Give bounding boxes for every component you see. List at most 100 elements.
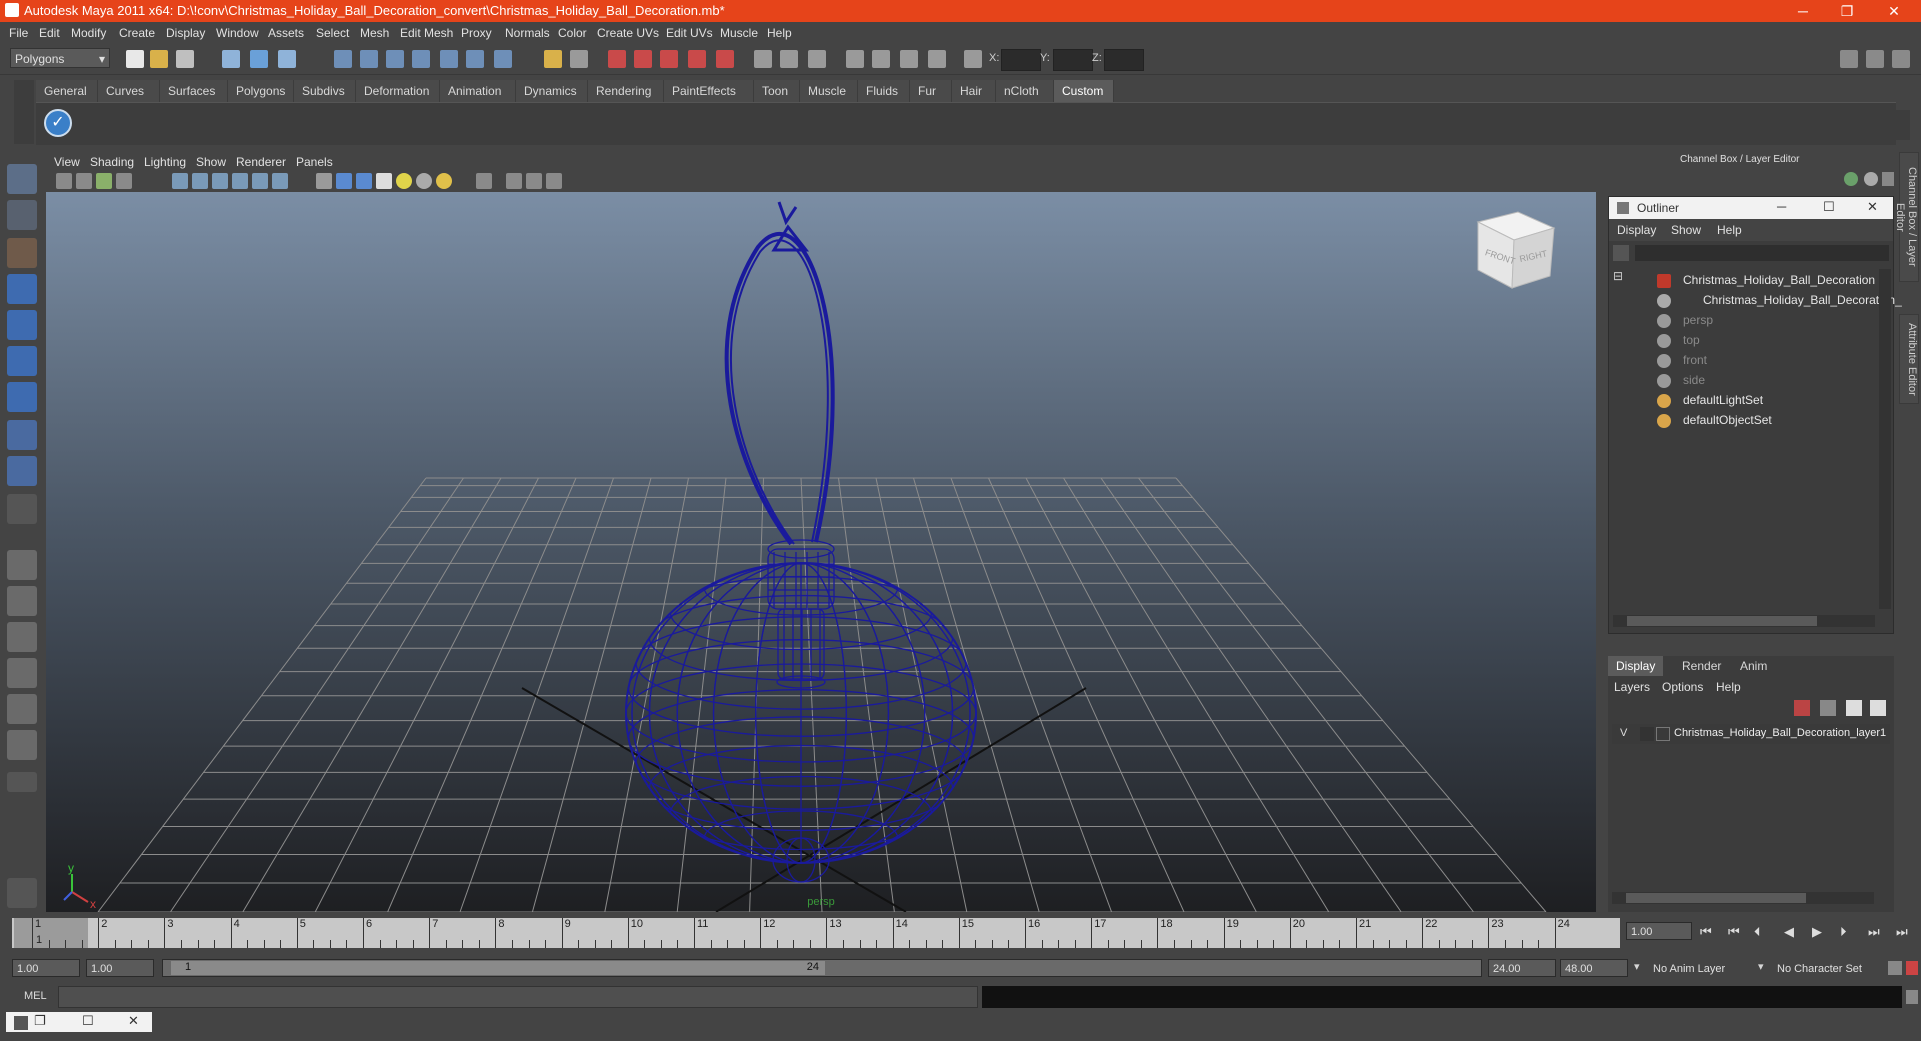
side-tab-attribute-editor[interactable]: Attribute Editor xyxy=(1899,314,1919,404)
scale-tool-icon[interactable] xyxy=(7,346,37,376)
z-input[interactable] xyxy=(1104,49,1144,71)
minimized-window[interactable]: ❐ ☐ ✕ xyxy=(6,1012,152,1032)
view-cube[interactable]: FRONT RIGHT xyxy=(1476,211,1556,289)
menu-edit-mesh[interactable]: Edit Mesh xyxy=(400,26,453,40)
lock-icon[interactable] xyxy=(544,50,562,68)
menu-help[interactable]: Help xyxy=(767,26,792,40)
outliner-scroll-thumb[interactable] xyxy=(1627,616,1817,626)
menu-select[interactable]: Select xyxy=(316,26,349,40)
shelf-tab-animation[interactable]: Animation xyxy=(440,80,516,102)
animation-end-field[interactable]: 48.00 xyxy=(1560,959,1628,977)
close-button[interactable]: ✕ xyxy=(1872,0,1916,22)
shaded-wireframe-icon[interactable] xyxy=(356,173,372,189)
select-hierarchy-icon[interactable] xyxy=(222,50,240,68)
shelf-tab-dynamics[interactable]: Dynamics xyxy=(516,80,588,102)
wireframe-icon[interactable] xyxy=(172,173,188,189)
layout-more-icon[interactable] xyxy=(7,772,37,792)
open-scene-icon[interactable] xyxy=(150,50,168,68)
menu-modify[interactable]: Modify xyxy=(71,26,106,40)
outliner-item-persp[interactable]: persp xyxy=(1683,313,1713,327)
shelf-tab-painteffects[interactable]: PaintEffects xyxy=(664,80,754,102)
rotate-tool-icon[interactable] xyxy=(7,310,37,340)
persp-outliner-layout-icon[interactable] xyxy=(7,622,37,652)
show-tool-settings-icon[interactable] xyxy=(872,50,890,68)
panel-menu-lighting[interactable]: Lighting xyxy=(144,155,186,169)
layer-tab-anim[interactable]: Anim xyxy=(1732,656,1775,676)
resolution-gate-icon[interactable] xyxy=(526,173,542,189)
transform-input-icon[interactable] xyxy=(964,50,982,68)
outliner-menu-display[interactable]: Display xyxy=(1617,223,1656,237)
default-material-icon[interactable] xyxy=(336,173,352,189)
select-component-icon[interactable] xyxy=(278,50,296,68)
panel-menu-panels[interactable]: Panels xyxy=(296,155,333,169)
textured-icon[interactable] xyxy=(212,173,228,189)
flat-sphere-icon[interactable] xyxy=(416,173,432,189)
outliner-minimize-icon[interactable]: ─ xyxy=(1777,199,1786,214)
menu-muscle[interactable]: Muscle xyxy=(720,26,758,40)
x-input[interactable] xyxy=(1001,49,1041,71)
snap-plane-icon[interactable] xyxy=(412,50,430,68)
go-to-start-icon[interactable]: ⏮ xyxy=(1700,924,1712,940)
command-language-label[interactable]: MEL xyxy=(24,990,47,1002)
shelf-tab-ncloth[interactable]: nCloth xyxy=(996,80,1054,102)
layer-name[interactable]: Christmas_Holiday_Ball_Decoration_layer1 xyxy=(1674,727,1886,739)
auto-key-icon[interactable] xyxy=(1888,961,1902,975)
layer-horizontal-scrollbar[interactable] xyxy=(1612,892,1874,904)
layer-tab-render[interactable]: Render xyxy=(1674,656,1729,676)
panel-toggle-icon[interactable] xyxy=(808,50,826,68)
shelf-tab-custom[interactable]: Custom xyxy=(1054,80,1114,102)
outliner-item-root[interactable]: Christmas_Holiday_Ball_Decoration xyxy=(1683,273,1875,287)
layer-type-toggle[interactable] xyxy=(1640,727,1654,741)
perspective-viewport[interactable]: FRONT RIGHT y x persp xyxy=(46,192,1596,913)
range-slider-track[interactable]: 1 24 xyxy=(162,959,1482,977)
menu-mesh[interactable]: Mesh xyxy=(360,26,389,40)
layout-tool-icon[interactable] xyxy=(1866,50,1884,68)
y-input[interactable] xyxy=(1053,49,1093,71)
layout-channel-icon[interactable] xyxy=(1892,50,1910,68)
outliner-item-side[interactable]: side xyxy=(1683,373,1705,387)
lasso-tool-icon[interactable] xyxy=(7,200,37,230)
outliner-item-default-object-set[interactable]: defaultObjectSet xyxy=(1683,413,1772,427)
shelf-scroll-arrows[interactable] xyxy=(1896,110,1910,140)
side-tab-channel-box[interactable]: Channel Box / Layer Editor xyxy=(1894,152,1919,282)
hand-tool-icon[interactable] xyxy=(7,878,37,908)
menu-assets[interactable]: Assets xyxy=(268,26,304,40)
menu-file[interactable]: File xyxy=(9,26,28,40)
make-live-icon[interactable] xyxy=(440,50,458,68)
menu-create-uvs[interactable]: Create UVs xyxy=(597,26,659,40)
shelf-tab-fur[interactable]: Fur xyxy=(910,80,952,102)
playback-end-field[interactable]: 24.00 xyxy=(1488,959,1556,977)
save-scene-icon[interactable] xyxy=(176,50,194,68)
time-slider[interactable]: 1 1 2 3 4 5 6 7 8 9 10 11 12 13 14 15 16 17 18 19 20 21 22 23 2… xyxy=(12,918,1620,948)
command-input[interactable] xyxy=(58,986,978,1008)
channel-lock-icon[interactable] xyxy=(1864,172,1878,186)
menu-color[interactable]: Color xyxy=(558,26,587,40)
go-to-end-icon[interactable]: ⏭ xyxy=(1896,924,1908,940)
hypershade-icon[interactable] xyxy=(716,50,734,68)
outliner-filter-icon[interactable] xyxy=(1613,245,1629,261)
paint-select-icon[interactable] xyxy=(7,238,37,268)
menu-set-selector[interactable]: Polygons ▾ xyxy=(10,48,110,68)
panel-menu-shading[interactable]: Shading xyxy=(90,155,134,169)
show-attribute-editor-icon[interactable] xyxy=(846,50,864,68)
snap-curve-icon[interactable] xyxy=(360,50,378,68)
select-tool-icon[interactable] xyxy=(570,50,588,68)
last-tool-icon[interactable] xyxy=(7,494,37,524)
menu-create[interactable]: Create xyxy=(119,26,155,40)
move-tool-icon[interactable] xyxy=(7,274,37,304)
gold-sphere-icon[interactable] xyxy=(436,173,452,189)
history-icon[interactable] xyxy=(466,50,484,68)
play-forward-icon[interactable]: ▶ xyxy=(1812,924,1822,940)
show-manipulator-icon[interactable] xyxy=(7,456,37,486)
outliner-maximize-icon[interactable]: ☐ xyxy=(1823,199,1835,215)
persp-graph-layout-icon[interactable] xyxy=(7,658,37,688)
four-view-layout-icon[interactable] xyxy=(7,586,37,616)
menu-edit[interactable]: Edit xyxy=(39,26,60,40)
channel-key-icon[interactable] xyxy=(1844,172,1858,186)
snap-point-icon[interactable] xyxy=(386,50,404,68)
outliner-horizontal-scrollbar[interactable] xyxy=(1613,615,1875,627)
layer-menu-layers[interactable]: Layers xyxy=(1614,680,1650,694)
single-perspective-layout-icon[interactable] xyxy=(7,550,37,580)
panel-menu-show[interactable]: Show xyxy=(196,155,226,169)
layer-scroll-thumb[interactable] xyxy=(1626,893,1806,903)
